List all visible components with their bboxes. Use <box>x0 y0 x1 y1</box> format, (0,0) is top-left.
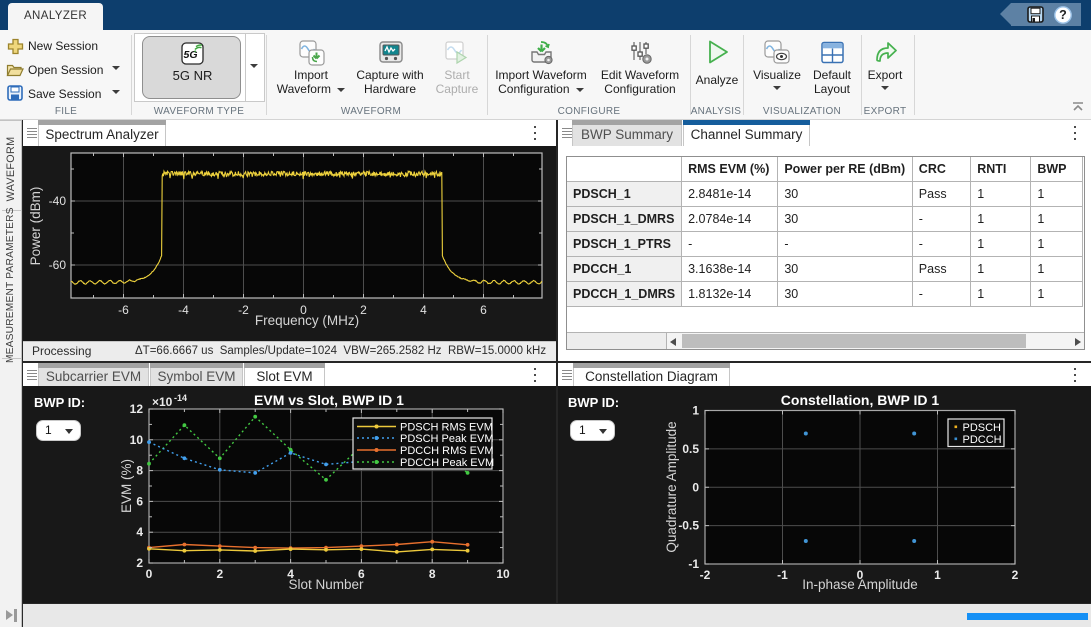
svg-text:4: 4 <box>136 525 143 539</box>
svg-text:Frequency (MHz): Frequency (MHz) <box>255 313 359 328</box>
svg-text:?: ? <box>1059 8 1067 22</box>
svg-text:-60: -60 <box>49 258 67 272</box>
svg-text:-6: -6 <box>118 303 129 317</box>
svg-text:-2: -2 <box>238 303 249 317</box>
svg-text:0: 0 <box>692 480 699 494</box>
svg-text:-1: -1 <box>688 557 699 571</box>
svg-text:Quadrature Amplitude: Quadrature Amplitude <box>664 421 679 552</box>
svg-text:Power (dBm): Power (dBm) <box>28 187 43 266</box>
svg-text:1: 1 <box>692 404 699 418</box>
svg-text:PDCCH Peak EVM: PDCCH Peak EVM <box>400 457 494 469</box>
svg-text:0.5: 0.5 <box>682 442 699 456</box>
svg-text:PDSCH: PDSCH <box>963 422 1002 434</box>
svg-text:-1: -1 <box>777 568 788 582</box>
svg-text:2: 2 <box>216 567 223 581</box>
svg-text:In-phase Amplitude: In-phase Amplitude <box>802 577 918 592</box>
svg-text:EVM (%): EVM (%) <box>119 459 134 513</box>
svg-text:-14: -14 <box>174 393 187 403</box>
svg-text:4: 4 <box>420 303 427 317</box>
svg-text:PDSCH RMS EVM: PDSCH RMS EVM <box>400 422 493 434</box>
svg-text:PDCCH RMS EVM: PDCCH RMS EVM <box>400 445 494 457</box>
svg-text:12: 12 <box>130 402 144 416</box>
svg-text:-0.5: -0.5 <box>678 519 699 533</box>
svg-text:-40: -40 <box>49 194 67 208</box>
svg-text:6: 6 <box>136 494 143 508</box>
svg-text:1: 1 <box>934 568 941 582</box>
svg-text:2: 2 <box>136 556 143 570</box>
svg-text:10: 10 <box>496 567 510 581</box>
svg-text:EVM vs Slot, BWP ID 1: EVM vs Slot, BWP ID 1 <box>254 392 404 408</box>
svg-text:PDCCH: PDCCH <box>963 434 1002 446</box>
svg-text:Slot Number: Slot Number <box>288 577 364 592</box>
svg-text:10: 10 <box>130 433 144 447</box>
svg-text:2: 2 <box>360 303 367 317</box>
svg-text:8: 8 <box>429 567 436 581</box>
svg-text:PDSCH Peak EVM: PDSCH Peak EVM <box>400 433 494 445</box>
svg-text:×10: ×10 <box>152 395 173 409</box>
svg-text:-2: -2 <box>700 568 711 582</box>
svg-text:0: 0 <box>146 567 153 581</box>
svg-text:2: 2 <box>1012 568 1019 582</box>
svg-text:8: 8 <box>136 464 143 478</box>
svg-text:Constellation, BWP ID 1: Constellation, BWP ID 1 <box>781 392 940 408</box>
svg-text:-4: -4 <box>178 303 189 317</box>
svg-text:6: 6 <box>480 303 487 317</box>
